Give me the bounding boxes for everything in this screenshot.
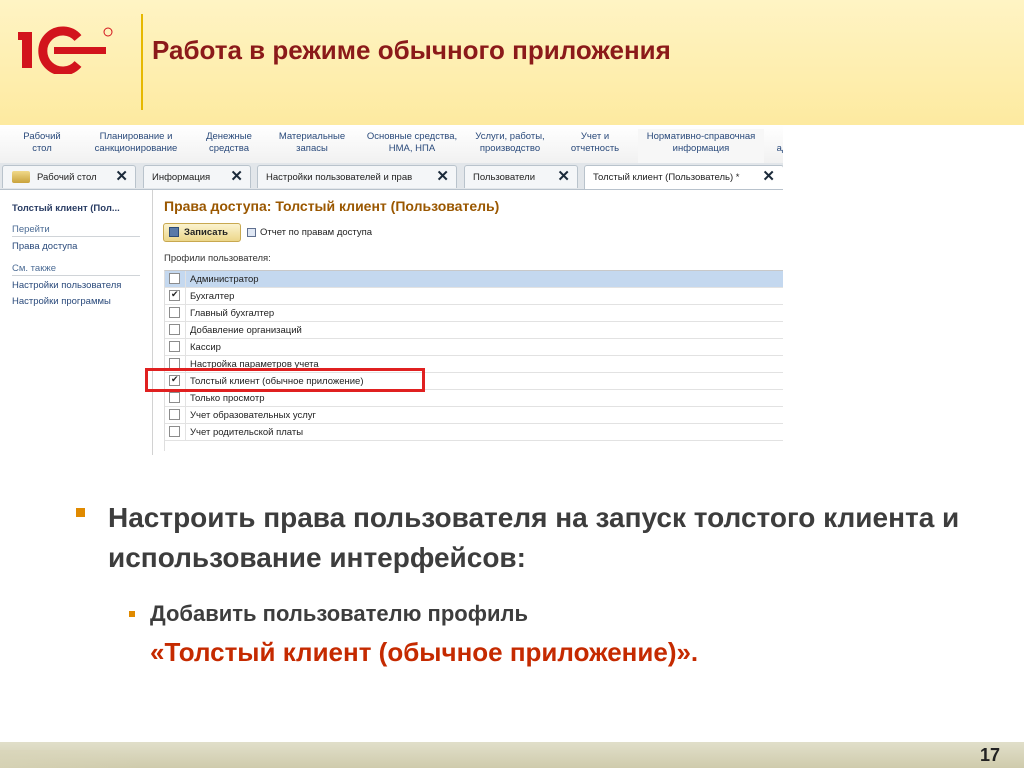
app-window: Рабочий стол Планирование и санкциониров…	[0, 125, 783, 455]
table-row[interactable]: Добавление организаций	[165, 322, 783, 339]
section-reference[interactable]: Нормативно-справочная информация	[638, 129, 764, 163]
header-divider	[141, 14, 143, 110]
profile-label: Учет родительской платы	[190, 427, 304, 438]
sub-bullet-marker	[129, 611, 135, 617]
access-rights-form: Права доступа: Толстый клиент (Пользоват…	[152, 190, 783, 455]
profile-label: Администратор	[190, 274, 259, 285]
table-row[interactable]: Бухгалтер	[165, 288, 783, 305]
tab-desktop[interactable]: Рабочий стол ✕	[2, 165, 136, 188]
footer-decoration	[0, 750, 140, 768]
see-also-header: См. также	[12, 263, 140, 276]
checkbox[interactable]	[169, 392, 180, 403]
slide-footer	[0, 742, 1024, 768]
checkbox[interactable]	[169, 273, 180, 284]
profiles-label: Профили пользователя:	[164, 253, 271, 264]
table-row[interactable]: Кассир	[165, 339, 783, 356]
close-icon[interactable]: ✕	[762, 169, 775, 185]
checkbox[interactable]	[169, 409, 180, 420]
table-row[interactable]: Учет образовательных услуг	[165, 407, 783, 424]
save-button-label: Записать	[184, 227, 228, 238]
profile-label: Главный бухгалтер	[190, 308, 275, 319]
section-admin[interactable]: ад	[772, 143, 783, 155]
tab-users[interactable]: Пользователи ✕	[464, 165, 578, 188]
section-panel: Рабочий стол Планирование и санкциониров…	[0, 125, 783, 164]
1c-logo	[18, 26, 113, 74]
goto-header: Перейти	[12, 224, 140, 237]
checkbox[interactable]	[169, 426, 180, 437]
section-desktop[interactable]: Рабочий стол	[14, 131, 70, 155]
tab-thick-client[interactable]: Толстый клиент (Пользователь) * ✕	[584, 165, 783, 189]
checkbox[interactable]	[169, 341, 180, 352]
report-link-label: Отчет по правам доступа	[260, 227, 373, 238]
save-button[interactable]: Записать	[163, 223, 241, 242]
section-materials[interactable]: Материальные запасы	[272, 131, 352, 155]
section-accounting[interactable]: Учет и отчетность	[562, 131, 628, 155]
tab-information[interactable]: Информация ✕	[143, 165, 251, 188]
close-icon[interactable]: ✕	[230, 169, 243, 185]
link-program-settings[interactable]: Настройки программы	[12, 296, 111, 307]
tab-user-settings[interactable]: Настройки пользователей и прав ✕	[257, 165, 457, 188]
profile-label: Кассир	[190, 342, 221, 353]
section-money[interactable]: Денежные средства	[196, 131, 262, 155]
checkbox[interactable]	[169, 289, 180, 301]
profile-label: Бухгалтер	[190, 291, 235, 302]
profile-label: Добавление организаций	[190, 325, 302, 336]
floppy-disk-icon	[169, 227, 179, 237]
section-planning[interactable]: Планирование и санкционирование	[88, 131, 184, 155]
table-row[interactable]: Учет родительской платы	[165, 424, 783, 441]
sub-bullet-emphasis: «Толстый клиент (обычное приложение)».	[150, 637, 699, 667]
form-title: Права доступа: Толстый клиент (Пользоват…	[164, 198, 500, 214]
link-access-rights[interactable]: Права доступа	[12, 241, 77, 252]
slide-header: Работа в режиме обычного приложения	[0, 0, 1024, 125]
section-services[interactable]: Услуги, работы, производство	[470, 131, 550, 155]
link-user-settings[interactable]: Настройки пользователя	[12, 280, 121, 291]
close-icon[interactable]: ✕	[436, 169, 449, 185]
navigation-panel: Толстый клиент (Пол... Перейти Права дос…	[0, 190, 153, 455]
close-icon[interactable]: ✕	[115, 169, 128, 185]
table-row[interactable]: Только просмотр	[165, 390, 783, 407]
page-number: 17	[979, 745, 1000, 765]
tab-label: Толстый клиент (Пользователь) *	[593, 172, 740, 183]
close-icon[interactable]: ✕	[557, 169, 570, 185]
sub-bullet-text: Добавить пользователю профиль	[150, 601, 528, 626]
tab-label: Настройки пользователей и прав	[266, 172, 413, 183]
sidepanel-title: Толстый клиент (Пол...	[12, 203, 120, 214]
table-row[interactable]: Главный бухгалтер	[165, 305, 783, 322]
tab-label: Пользователи	[473, 172, 536, 183]
main-bullet-text: Настроить права пользователя на запуск т…	[108, 502, 960, 573]
section-fixed-assets[interactable]: Основные средства, НМА, НПА	[360, 131, 464, 155]
bullet-marker	[76, 508, 85, 517]
table-row[interactable]: Администратор	[165, 271, 783, 288]
checkbox[interactable]	[169, 307, 180, 318]
tab-label: Информация	[152, 172, 211, 183]
slide-title: Работа в режиме обычного приложения	[152, 35, 671, 65]
checkbox[interactable]	[169, 324, 180, 335]
tab-label: Рабочий стол	[37, 172, 97, 183]
highlight-frame	[145, 368, 425, 392]
profiles-table: Администратор Бухгалтер Главный бухгалте…	[164, 270, 783, 451]
profile-label: Только просмотр	[190, 393, 265, 404]
report-icon	[247, 228, 256, 237]
desktop-icon	[12, 171, 30, 183]
profile-label: Учет образовательных услуг	[190, 410, 316, 421]
window-tabs: Рабочий стол ✕ Информация ✕ Настройки по…	[0, 163, 783, 190]
